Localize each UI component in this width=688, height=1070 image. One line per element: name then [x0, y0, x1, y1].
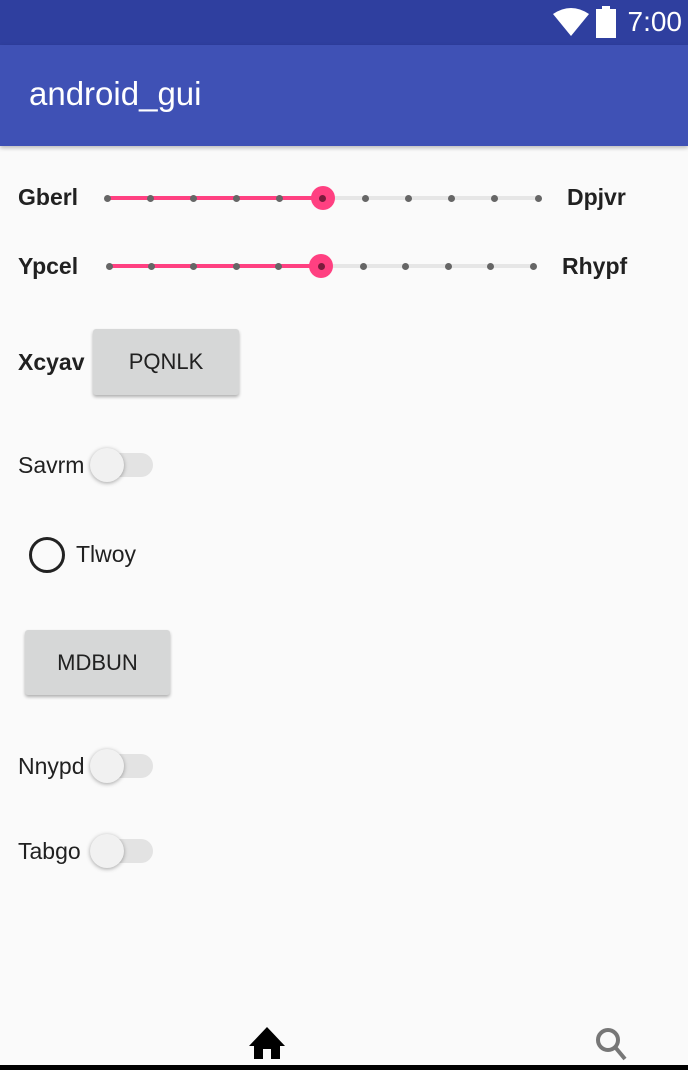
slider-tick — [190, 262, 198, 270]
slider-tick — [448, 194, 456, 202]
slider-tick — [232, 194, 240, 202]
slider-1[interactable] — [103, 186, 542, 210]
slider-2[interactable] — [105, 254, 537, 278]
slider-tick — [402, 262, 410, 270]
tabgo-switch[interactable] — [88, 832, 156, 872]
slider-fill — [107, 196, 323, 200]
slider-tick — [405, 194, 413, 202]
status-bar: 7:00 — [0, 0, 688, 45]
slider-1-right-label: Dpjvr — [567, 184, 626, 210]
nnypd-switch[interactable] — [88, 747, 156, 787]
savrm-switch[interactable] — [88, 446, 156, 486]
slider-tick — [232, 262, 240, 270]
app-bar: android_gui — [0, 45, 688, 146]
slider-tick — [534, 194, 542, 202]
slider-tick — [189, 194, 197, 202]
slider-tick — [275, 262, 283, 270]
slider-2-left-label: Ypcel — [18, 253, 79, 279]
search-icon[interactable] — [594, 1026, 630, 1062]
slider-tick — [444, 262, 452, 270]
slider-1-left-label: Gberl — [18, 184, 79, 210]
home-icon[interactable] — [249, 1027, 285, 1059]
mdbun-button[interactable]: MDBUN — [25, 630, 170, 695]
slider-2-right-label: Rhypf — [562, 253, 628, 279]
slider-thumb[interactable] — [309, 254, 333, 278]
nav-bar — [0, 1065, 688, 1070]
pqnlk-button[interactable]: PQNLK — [93, 329, 239, 395]
slider-fill — [109, 264, 321, 268]
slider-tick — [275, 194, 283, 202]
nnypd-label: Nnypd — [18, 753, 85, 779]
wifi-icon — [553, 8, 589, 36]
savrm-label: Savrm — [18, 452, 85, 478]
clock: 7:00 — [627, 6, 683, 37]
slider-tick — [103, 194, 111, 202]
slider-tick — [362, 194, 370, 202]
slider-tick — [487, 262, 495, 270]
slider-tick — [359, 262, 367, 270]
slider-tick — [146, 194, 154, 202]
slider-thumb[interactable] — [310, 186, 335, 210]
xcyav-label: Xcyav — [18, 349, 85, 375]
battery-icon — [596, 6, 616, 38]
slider-tick — [147, 262, 155, 270]
tabgo-label: Tabgo — [18, 838, 81, 864]
app-title: android_gui — [29, 75, 202, 112]
slider-tick — [529, 262, 537, 270]
slider-tick — [105, 262, 113, 270]
tlwoy-radio[interactable] — [29, 537, 65, 573]
slider-tick — [491, 194, 499, 202]
tlwoy-label: Tlwoy — [76, 541, 137, 567]
